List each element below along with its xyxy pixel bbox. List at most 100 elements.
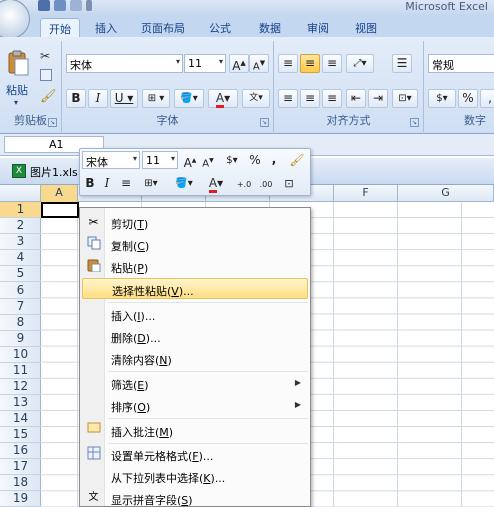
menu-item-pick-from-list[interactable]: 从下拉列表中选择(K)... [82,466,308,487]
align-top-button[interactable]: ≡ [278,54,298,73]
font-launcher-icon[interactable]: ↘ [260,118,269,127]
menu-item-cut[interactable]: ✂ 剪切(T) [82,212,308,233]
merge-center-button[interactable]: ⊡▾ [392,89,418,108]
menu-item-clear-contents[interactable]: 清除内容(N) [82,348,308,369]
fill-color-button[interactable]: 🪣▾ [174,89,204,108]
mini-comma-button[interactable]: , [268,151,280,169]
menu-item-filter[interactable]: 筛选(E) ▶ [82,373,308,394]
menu-item-copy[interactable]: 复制(C) [82,234,308,255]
number-format-combo[interactable]: 常规 [428,54,494,73]
format-painter-icon[interactable]: 🖌 [40,89,57,104]
row-header[interactable]: 6 [0,283,41,299]
mini-grow-font-button[interactable]: A▲ [182,152,198,170]
row-header[interactable]: 4 [0,250,41,266]
cut-icon[interactable]: ✂ [40,49,50,63]
menu-item-delete[interactable]: 删除(D)... [82,326,308,347]
paste-dropdown-icon[interactable]: ▾ [14,98,18,107]
select-all-corner[interactable] [0,185,41,202]
undo-icon[interactable] [54,0,66,11]
bold-button[interactable]: B [66,89,86,108]
phonetic-button[interactable]: 文▾ [242,89,270,108]
tab-review[interactable]: 审阅 [298,18,338,37]
mini-decrease-decimal-button[interactable]: .00 [256,176,276,194]
font-color-button[interactable]: A▾ [208,89,238,108]
row-header[interactable]: 14 [0,411,41,427]
mini-merge-button[interactable]: ⊡ [280,175,298,193]
paste-icon[interactable] [7,49,29,77]
mini-increase-decimal-button[interactable]: +.0 [234,176,254,194]
mini-shrink-font-button[interactable]: A▼ [200,152,216,170]
clipboard-launcher-icon[interactable]: ↘ [48,118,57,127]
align-center-button[interactable]: ≡ [300,89,320,108]
tab-data[interactable]: 数据 [250,18,290,37]
row-header[interactable]: 7 [0,299,41,315]
row-header[interactable]: 8 [0,315,41,331]
borders-button[interactable]: ⊞ ▾ [142,89,170,108]
row-header[interactable]: 17 [0,459,41,475]
increase-indent-button[interactable]: ⇥ [368,89,388,108]
mini-format-painter-icon[interactable]: 🖌 [288,152,306,170]
menu-item-paste-special[interactable]: 选择性粘贴(V)... [82,278,308,299]
menu-item-insert[interactable]: 插入(I)... [82,304,308,325]
tab-home[interactable]: 开始 [40,18,80,37]
tab-formulas[interactable]: 公式 [200,18,240,37]
customize-qat-icon[interactable] [86,0,92,11]
row-header[interactable]: 15 [0,427,41,443]
font-name-combo[interactable]: 宋体 ▾ [66,54,183,73]
copy-icon[interactable] [40,69,52,81]
underline-button[interactable]: U ▾ [110,89,138,108]
mini-italic-button[interactable]: I [100,175,114,193]
paste-button-label[interactable]: 粘贴 [6,82,28,98]
mini-font-color-button[interactable]: A▾ [202,175,230,193]
mini-percent-button[interactable]: % [248,152,262,170]
mini-bold-button[interactable]: B [83,175,97,193]
column-header[interactable]: A [41,185,78,202]
tab-view[interactable]: 视图 [346,18,386,37]
column-header[interactable]: F [334,185,398,202]
align-right-button[interactable]: ≡ [322,89,342,108]
percent-button[interactable]: % [458,89,478,108]
row-header[interactable]: 11 [0,363,41,379]
row-header[interactable]: 16 [0,443,41,459]
column-header[interactable]: G [398,185,494,202]
row-header[interactable]: 2 [0,218,41,234]
redo-icon[interactable] [70,0,82,11]
menu-item-format-cells[interactable]: 设置单元格格式(F)... [82,444,308,465]
mini-accounting-format-button[interactable]: $▾ [220,152,244,170]
row-header[interactable]: 5 [0,266,41,282]
align-left-button[interactable]: ≡ [278,89,298,108]
mini-center-button[interactable]: ≡ [118,175,134,193]
row-header[interactable]: 9 [0,331,41,347]
row-header[interactable]: 19 [0,491,41,507]
mini-font-name-combo[interactable]: 宋体 ▾ [82,151,140,169]
font-size-combo[interactable]: 11 ▾ [184,54,226,73]
save-icon[interactable] [38,0,50,11]
decrease-indent-button[interactable]: ⇤ [346,89,366,108]
menu-item-sort[interactable]: 排序(O) ▶ [82,395,308,416]
row-header[interactable]: 18 [0,475,41,491]
accounting-format-button[interactable]: $▾ [428,89,456,108]
wrap-text-button[interactable]: ☰ [392,54,412,73]
alignment-launcher-icon[interactable]: ↘ [410,118,419,127]
menu-item-paste[interactable]: 粘贴(P) [82,256,308,277]
row-header[interactable]: 12 [0,379,41,395]
italic-button[interactable]: I [88,89,108,108]
tab-page-layout[interactable]: 页面布局 [134,18,192,37]
row-header[interactable]: 1 [0,202,41,218]
office-button[interactable] [0,0,30,39]
tab-insert[interactable]: 插入 [86,18,126,37]
orientation-button[interactable]: ⤢▾ [346,54,374,73]
menu-item-insert-comment[interactable]: 插入批注(M) [82,420,308,441]
grow-font-button[interactable]: A▲ [229,54,249,73]
active-cell-a1[interactable] [41,202,79,218]
row-header[interactable]: 13 [0,395,41,411]
mini-fill-color-button[interactable]: 🪣▾ [170,175,198,193]
shrink-font-button[interactable]: A▼ [249,54,269,73]
comma-button[interactable]: , [480,89,494,108]
mini-font-size-combo[interactable]: 11 ▾ [142,151,178,169]
align-middle-button[interactable]: ≡ [300,54,320,73]
align-bottom-button[interactable]: ≡ [322,54,342,73]
row-header[interactable]: 3 [0,234,41,250]
menu-item-show-phonetic[interactable]: 文 显示拼音字段(S) [82,488,308,507]
mini-borders-button[interactable]: ⊞▾ [138,175,164,193]
